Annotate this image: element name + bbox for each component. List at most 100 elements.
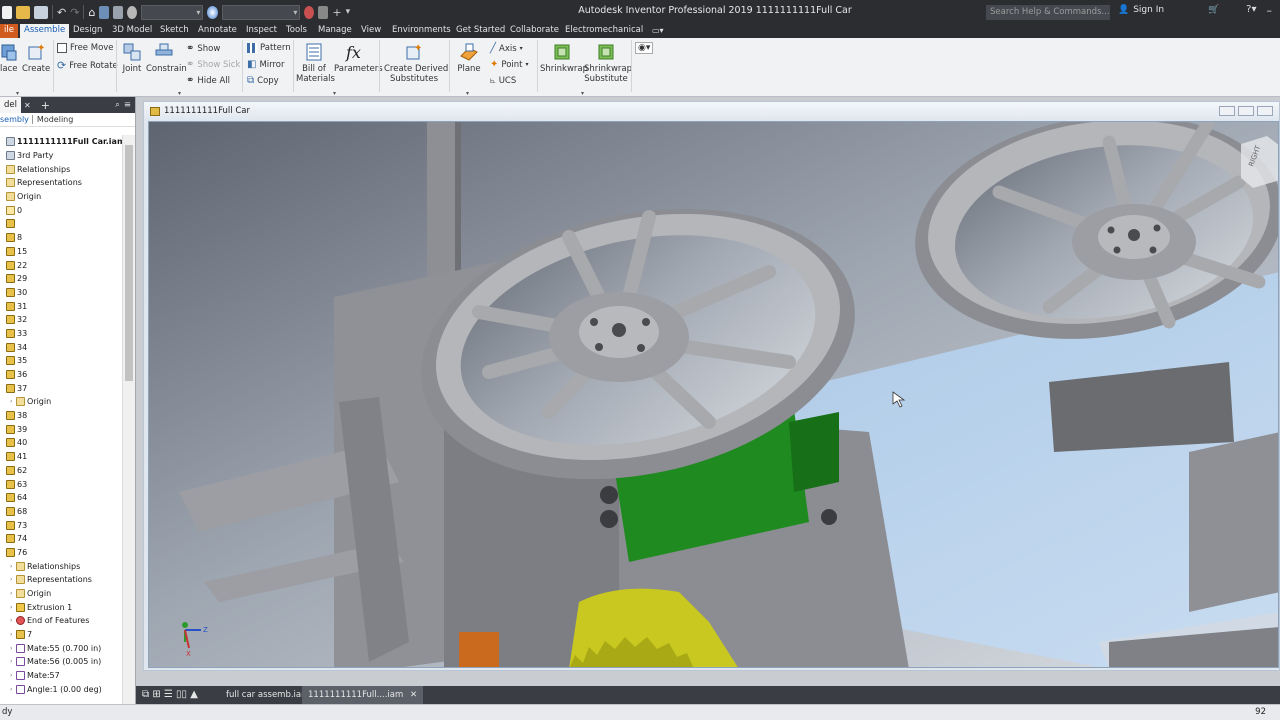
free-rotate-button[interactable]: ⟳ Free Rotate [57,59,118,72]
home-icon[interactable]: ⌂ [88,6,95,19]
copy-button[interactable]: ⧉ Copy [247,75,279,86]
tab-design[interactable]: Design [69,24,106,38]
update-icon[interactable] [127,5,138,19]
doc-close-icon[interactable] [1257,106,1273,116]
browser-node[interactable]: 41 [0,450,122,464]
tab-model[interactable]: del [0,97,21,113]
select-icon[interactable] [99,5,110,19]
close-icon[interactable]: ✕ [24,101,31,110]
browser-node[interactable]: 22 [0,258,122,272]
customize-icon[interactable]: ▾ [346,7,351,17]
doc-tab-full-car[interactable]: 1111111111Full....iam ✕ [302,686,424,704]
show-sick-button[interactable]: ⚭ Show Sick [186,59,240,70]
plane-dropdown-icon[interactable]: ▾ [466,90,469,97]
car-model-scene[interactable]: RIGHT Z X [149,122,1279,668]
shrinkwrap-button[interactable]: Shrinkwrap [540,42,588,74]
browser-node[interactable]: 8 [0,231,122,245]
menu-icon[interactable]: ≡ [124,100,131,110]
browser-node[interactable]: › End of Features [0,614,122,628]
point-button[interactable]: ✦ Point ▾ [490,59,529,70]
open-icon[interactable] [16,5,30,19]
pattern-button[interactable]: Pattern [247,43,291,53]
free-move-button[interactable]: Free Move [57,43,114,53]
plane-button[interactable]: Plane [456,42,482,74]
browser-node[interactable]: 1111111111Full Car.iam [0,135,122,149]
manage-dropdown-icon[interactable]: ▾ [333,90,336,97]
browser-node[interactable]: 63 [0,477,122,491]
shrinkwrap-substitute-button[interactable]: Shrinkwrap Substitute [584,42,632,84]
tab-get-started[interactable]: Get Started [452,24,509,38]
browser-node[interactable]: 39 [0,422,122,436]
browser-node[interactable]: › Mate:57 [0,669,122,683]
browser-node[interactable]: › Angle:1 (0.00 deg) [0,683,122,697]
assembly-view-link[interactable]: sembly [0,115,29,124]
browser-node[interactable]: › Extrusion 1 [0,600,122,614]
browser-node[interactable]: › Origin [0,587,122,601]
browser-node[interactable]: 36 [0,368,122,382]
joint-button[interactable]: Joint [119,42,145,74]
tab-collaborate[interactable]: Collaborate [506,24,563,38]
cart-icon[interactable]: 🛒 [1208,5,1219,15]
tab-environments[interactable]: Environments [388,24,455,38]
browser-node[interactable]: Origin [0,190,122,204]
doc-minimize-icon[interactable] [1219,106,1235,116]
help-search-input[interactable]: Search Help & Commands... [986,5,1110,20]
tab-assemble[interactable]: Assemble [20,24,70,38]
redo-icon[interactable]: ↷ [70,6,79,19]
parameters-button[interactable]: fx Parameters [334,42,383,74]
browser-node[interactable]: › Mate:56 (0.005 in) [0,655,122,669]
tab-3d-model[interactable]: 3D Model [108,24,156,38]
tile-layout-icon[interactable]: ⧉ ⊞ ☰ ▯▯ ▲ [136,686,204,704]
place-button[interactable]: lace [0,42,17,74]
browser-node[interactable]: 73 [0,518,122,532]
browser-node[interactable]: 62 [0,464,122,478]
browser-node[interactable]: 38 [0,409,122,423]
mirror-button[interactable]: ◧ Mirror [247,59,285,70]
modeling-view-link[interactable]: Modeling [31,115,73,124]
browser-node[interactable]: 74 [0,532,122,546]
browser-node[interactable]: 76 [0,546,122,560]
tab-tools[interactable]: Tools [282,24,311,38]
new-file-icon[interactable] [2,5,12,19]
browser-node[interactable]: 0 [0,203,122,217]
search-icon[interactable]: ⌕ [115,100,120,110]
doc-restore-icon[interactable] [1238,106,1254,116]
productivity-button[interactable]: ◉▾ [635,42,654,54]
show-button[interactable]: ⚭ Show [186,43,220,54]
appearance-combo[interactable] [222,4,301,20]
bill-of-materials-button[interactable]: Bill of Materials [296,42,335,84]
browser-node[interactable]: 34 [0,340,122,354]
tab-electromechanical[interactable]: Electromechanical [561,24,647,38]
material-combo[interactable] [141,4,204,20]
measure-icon[interactable] [113,5,124,19]
browser-node[interactable]: 30 [0,286,122,300]
sign-in-button[interactable]: 👤 Sign In 🛒 [1118,5,1219,15]
scroll-thumb[interactable] [125,145,133,381]
browser-scrollbar[interactable] [122,135,135,704]
clear-appearance-icon[interactable] [304,5,315,19]
minimize-icon[interactable]: – [1267,4,1273,17]
create-derived-substitutes-button[interactable]: ✦ Create Derived Substitutes [384,42,448,84]
browser-node[interactable]: 40 [0,436,122,450]
browser-node[interactable]: 29 [0,272,122,286]
simplification-dropdown-icon[interactable]: ▾ [581,90,584,97]
tab-annotate[interactable]: Annotate [194,24,241,38]
create-button[interactable]: ✦ Create [22,42,50,74]
close-tab-icon[interactable]: ✕ [410,690,417,700]
browser-node[interactable]: 64 [0,491,122,505]
browser-node[interactable]: › Origin [0,395,122,409]
graphics-viewport[interactable]: RIGHT Z X [148,121,1279,668]
browser-node[interactable]: 68 [0,505,122,519]
browser-node[interactable]: › Representations [0,573,122,587]
browser-node[interactable]: 15 [0,245,122,259]
constrain-button[interactable]: Constrain [146,42,187,74]
browser-node[interactable]: 32 [0,313,122,327]
place-dropdown-icon[interactable]: ▾ [16,90,19,97]
tab-inspect[interactable]: Inspect [242,24,281,38]
appearance-icon[interactable] [207,5,219,19]
axis-button[interactable]: ╱ Axis ▾ [490,43,523,54]
add-tab-icon[interactable]: + [41,99,50,112]
adjust-icon[interactable] [318,5,329,19]
relationships-dropdown-icon[interactable]: ▾ [178,90,181,97]
undo-icon[interactable]: ↶ [57,6,66,19]
